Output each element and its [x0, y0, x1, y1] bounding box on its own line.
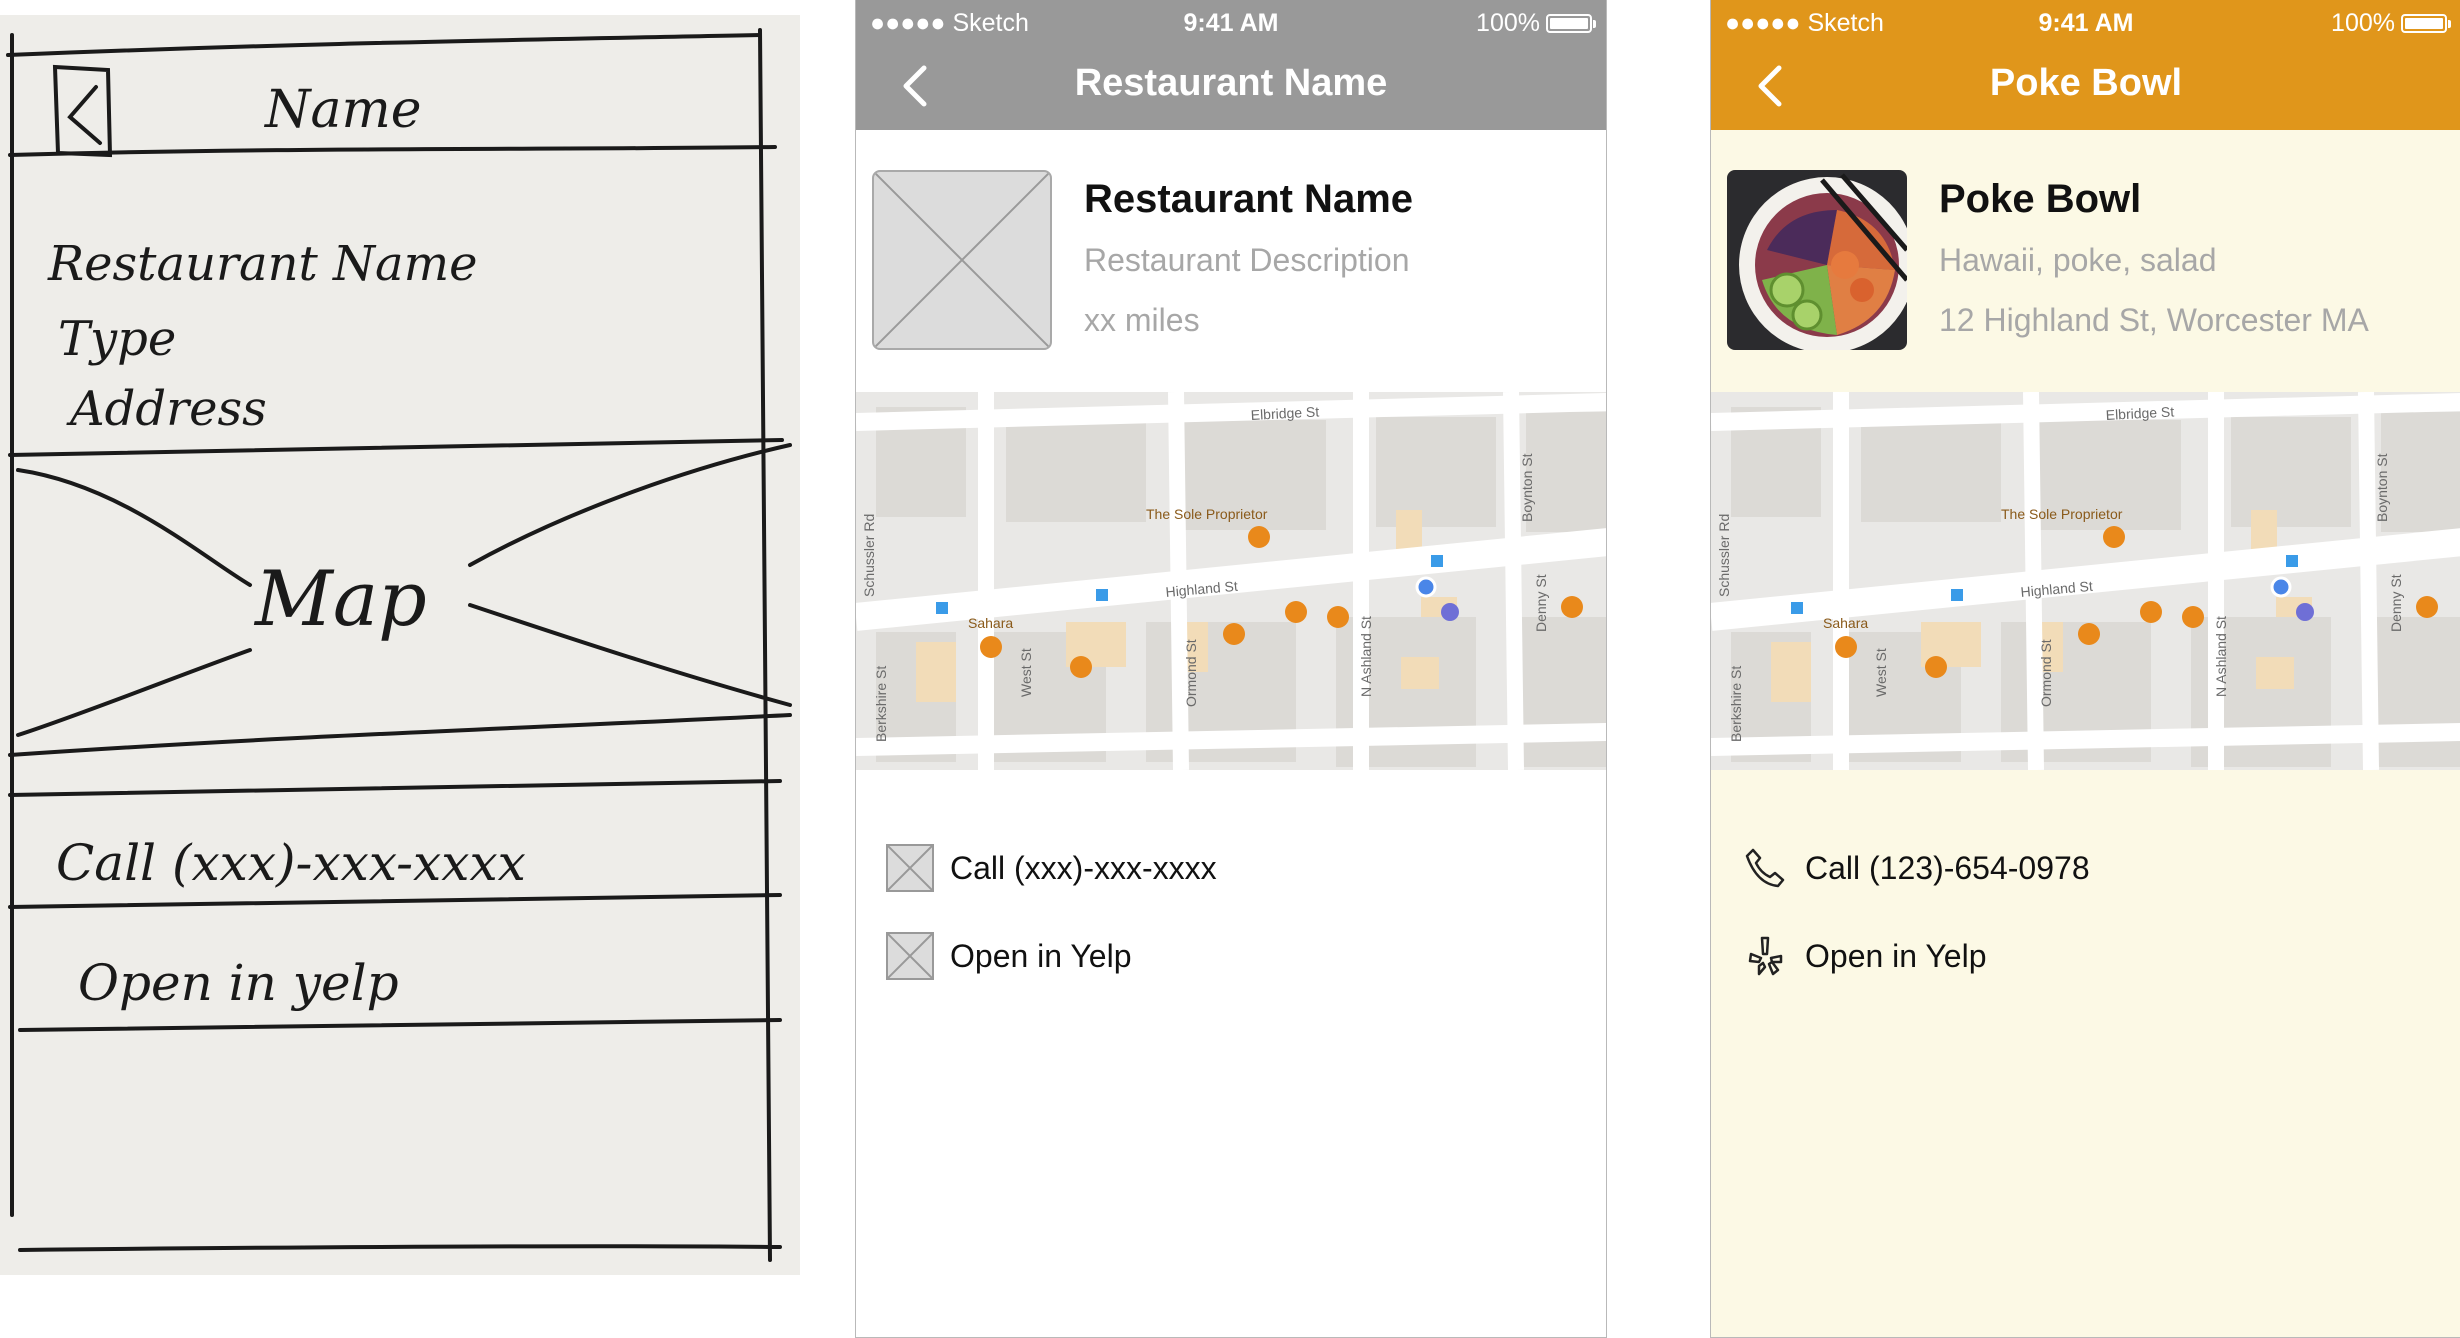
sketch-call: Call (xxx)-xxx-xxxx — [56, 834, 526, 892]
street-label: Ormond St — [2038, 639, 2054, 707]
street-label: Boynton St — [2374, 453, 2390, 522]
place-label: The Sole Proprietor — [2001, 506, 2123, 522]
final-design-screen: ●●●●● Sketch 9:41 AM 100% Poke Bowl Poke… — [1710, 0, 2460, 1338]
poke-bowl-photo — [1727, 170, 1907, 350]
sketch-title: Name — [263, 80, 422, 140]
restaurant-name: Restaurant Name — [1084, 177, 1414, 221]
street-label: West St — [1873, 648, 1889, 697]
status-bar: ●●●●● Sketch 9:41 AM 100% — [856, 0, 1606, 46]
map-drawing: Elbridge St Highland St Schussler Rd Boy… — [856, 391, 1606, 771]
sketch-yelp: Open in yelp — [78, 954, 399, 1012]
open-yelp-button[interactable]: Open in Yelp — [1741, 926, 1987, 986]
restaurant-description: Restaurant Description — [1084, 242, 1410, 278]
restaurant-address: 12 Highland St, Worcester MA — [1939, 302, 2369, 338]
nav-bar: ●●●●● Sketch 9:41 AM 100% Restaurant Nam… — [856, 0, 1606, 130]
sketch-drawing: Name Restaurant Name Type Address Map Ca… — [6, 28, 792, 1262]
phone-icon — [1741, 844, 1789, 892]
sketch-restaurant-name: Restaurant Name — [47, 236, 478, 292]
sketch-type: Type — [58, 311, 176, 367]
placeholder-icon — [886, 932, 934, 980]
restaurant-distance: xx miles — [1084, 302, 1200, 338]
sketch-map-label: Map — [253, 554, 427, 643]
map-drawing: Elbridge St Highland St Schussler Rd Boy… — [1711, 391, 2460, 771]
wireframe-screen: ●●●●● Sketch 9:41 AM 100% Restaurant Nam… — [855, 0, 1607, 1338]
street-label: Ormond St — [1183, 639, 1199, 707]
street-label: West St — [1018, 648, 1034, 697]
street-label: Schussler Rd — [1716, 514, 1732, 597]
street-label: Berkshire St — [1728, 666, 1744, 742]
call-label: Call (xxx)-xxx-xxxx — [950, 849, 1217, 886]
street-label: Denny St — [1533, 574, 1549, 632]
map-view[interactable]: Elbridge St Highland St Schussler Rd Boy… — [856, 391, 1606, 771]
battery-status: 100% — [2331, 9, 2451, 38]
sketch-address: Address — [66, 381, 267, 437]
call-button[interactable]: Call (xxx)-xxx-xxxx — [886, 838, 1217, 898]
nav-title: Poke Bowl — [1989, 62, 2183, 104]
street-label: Schussler Rd — [861, 514, 877, 597]
map-view[interactable]: Elbridge St Highland St Schussler Rd Boy… — [1711, 391, 2460, 771]
yelp-label: Open in Yelp — [1805, 937, 1987, 974]
battery-percent: 100% — [2331, 9, 2395, 37]
nav-bar: ●●●●● Sketch 9:41 AM 100% Poke Bowl — [1711, 0, 2460, 130]
open-yelp-button[interactable]: Open in Yelp — [886, 926, 1132, 986]
street-label: N Ashland St — [1358, 616, 1374, 697]
street-label: Denny St — [2388, 574, 2404, 632]
battery-icon — [2401, 14, 2451, 33]
battery-icon — [1546, 14, 1596, 33]
call-button[interactable]: Call (123)-654-0978 — [1741, 838, 2090, 898]
nav-title: Restaurant Name — [1074, 62, 1388, 104]
call-label: Call (123)-654-0978 — [1805, 849, 2090, 886]
status-bar: ●●●●● Sketch 9:41 AM 100% — [1711, 0, 2460, 46]
street-label: Berkshire St — [873, 666, 889, 742]
battery-percent: 100% — [1476, 9, 1540, 37]
place-label: Sahara — [1823, 615, 1868, 631]
restaurant-name: Poke Bowl — [1939, 177, 2142, 221]
street-label: N Ashland St — [2213, 616, 2229, 697]
image-placeholder-icon — [872, 170, 1052, 350]
yelp-label: Open in Yelp — [950, 937, 1132, 974]
hand-sketch-panel: Name Restaurant Name Type Address Map Ca… — [0, 15, 800, 1275]
yelp-icon — [1741, 932, 1789, 980]
place-label: The Sole Proprietor — [1146, 506, 1268, 522]
restaurant-tags: Hawaii, poke, salad — [1939, 242, 2217, 278]
placeholder-icon — [886, 844, 934, 892]
street-label: Boynton St — [1519, 453, 1535, 522]
place-label: Sahara — [968, 615, 1013, 631]
battery-status: 100% — [1476, 9, 1596, 38]
